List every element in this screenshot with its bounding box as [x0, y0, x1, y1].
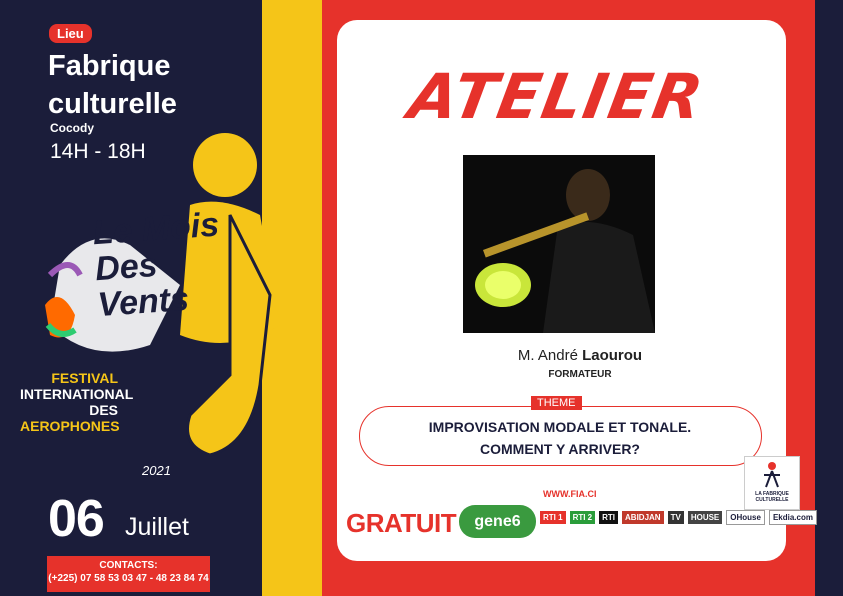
- festival-logo-text: Le Mois Des Vents: [91, 205, 221, 325]
- festival-line1: FESTIVAL: [51, 370, 118, 386]
- date-day: 06: [48, 490, 105, 548]
- price-label: GRATUIT: [346, 508, 457, 538]
- trainer-last-name: Laourou: [582, 347, 643, 364]
- right-navy-strip: [815, 0, 843, 596]
- sponsor-logo: RTI 1: [540, 511, 566, 524]
- contacts-label: CONTACTS:: [99, 560, 158, 571]
- theme-line1: IMPROVISATION MODALE ET TONALE.: [428, 419, 692, 435]
- festival-line2: INTERNATIONAL: [20, 386, 134, 402]
- sponsor-logo: Ekdia.com: [768, 510, 817, 525]
- sponsor-logos: RTI 1 RTI 2 RTI ABIDJAN TV HOUSE OHouse …: [540, 510, 817, 525]
- venue-badge: Lieu: [49, 24, 92, 43]
- contacts-numbers: (+225) 07 58 53 03 47 - 48 23 84 74: [48, 573, 209, 584]
- sponsor-logo: OHouse: [726, 510, 765, 525]
- trainer-name-prefix: M. André: [517, 347, 583, 364]
- festival-line3-highlight: AEROPHONES: [20, 418, 120, 434]
- event-hours: 14H - 18H: [50, 140, 146, 163]
- sponsor-gene6-logo: gene6: [459, 505, 536, 538]
- sponsor-logo: HOUSE: [687, 511, 723, 524]
- trainer-name: M. André Laourou: [480, 347, 680, 364]
- website-url: WWW.FIA.CI: [543, 489, 597, 499]
- contacts-box: CONTACTS: (+225) 07 58 53 03 47 - 48 23 …: [47, 556, 210, 592]
- theme-text: IMPROVISATION MODALE ET TONALE. COMMENT …: [370, 416, 750, 460]
- theme-line2: COMMENT Y ARRIVER?: [480, 441, 640, 457]
- fabrique-culturelle-logo: LA FABRIQUE CULTURELLE: [744, 456, 800, 510]
- festival-subtitle: FESTIVAL INTERNATIONAL DES AEROPHONES: [20, 370, 134, 434]
- trumpet-player-image: [463, 155, 655, 333]
- event-title: ATELIER: [403, 60, 710, 133]
- festival-line3-prefix: DES: [89, 402, 118, 418]
- theme-label: THEME: [531, 396, 582, 410]
- trainer-photo: [463, 155, 655, 333]
- sponsor-logo: ABIDJAN: [622, 511, 664, 524]
- venue-district: Cocody: [50, 121, 95, 135]
- trainer-role: FORMATEUR: [548, 369, 612, 380]
- sponsor-logo: RTI 2: [569, 511, 596, 524]
- venue-name: Fabrique culturelle: [48, 50, 177, 120]
- sponsor-logo: RTI: [599, 511, 619, 524]
- date-month: Juillet: [125, 513, 189, 541]
- festival-year: 2021: [142, 463, 171, 478]
- fabrique-logo-text: LA FABRIQUE CULTURELLE: [755, 491, 789, 503]
- sponsor-logo: TV: [667, 511, 684, 524]
- dancer-icon: [764, 462, 780, 488]
